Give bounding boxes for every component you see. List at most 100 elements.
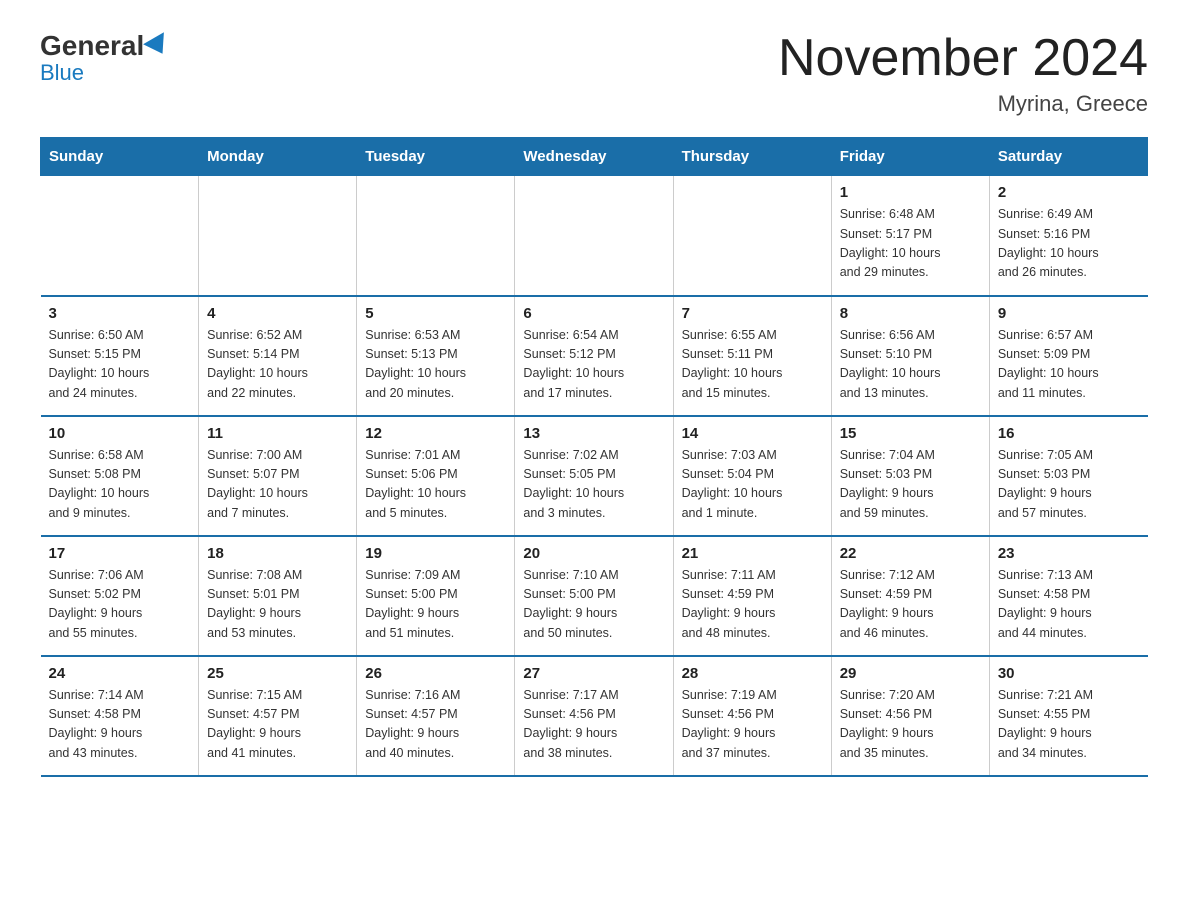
- day-info: Sunrise: 7:14 AM Sunset: 4:58 PM Dayligh…: [49, 686, 191, 764]
- day-info: Sunrise: 7:06 AM Sunset: 5:02 PM Dayligh…: [49, 566, 191, 644]
- day-number: 22: [840, 545, 981, 562]
- day-number: 9: [998, 305, 1140, 322]
- calendar-cell: 21 Sunrise: 7:11 AM Sunset: 4:59 PM Dayli…: [673, 536, 831, 656]
- day-info: Sunrise: 7:21 AM Sunset: 4:55 PM Dayligh…: [998, 686, 1140, 764]
- calendar-cell: 19 Sunrise: 7:09 AM Sunset: 5:00 PM Dayli…: [357, 536, 515, 656]
- day-info: Sunrise: 6:56 AM Sunset: 5:10 PM Dayligh…: [840, 326, 981, 404]
- day-number: 28: [682, 665, 823, 682]
- day-info: Sunrise: 7:03 AM Sunset: 5:04 PM Dayligh…: [682, 446, 823, 524]
- day-info: Sunrise: 6:52 AM Sunset: 5:14 PM Dayligh…: [207, 326, 348, 404]
- day-info: Sunrise: 7:12 AM Sunset: 4:59 PM Dayligh…: [840, 566, 981, 644]
- logo-area: General Blue: [40, 30, 172, 86]
- day-number: 14: [682, 425, 823, 442]
- calendar-cell: 3 Sunrise: 6:50 AM Sunset: 5:15 PM Daylig…: [41, 296, 199, 416]
- day-info: Sunrise: 7:16 AM Sunset: 4:57 PM Dayligh…: [365, 686, 506, 764]
- calendar-cell: 9 Sunrise: 6:57 AM Sunset: 5:09 PM Daylig…: [989, 296, 1147, 416]
- calendar-cell: 12Sunrise: 7:01 AM Sunset: 5:06 PM Dayli…: [357, 416, 515, 536]
- day-info: Sunrise: 7:09 AM Sunset: 5:00 PM Dayligh…: [365, 566, 506, 644]
- day-info: Sunrise: 7:19 AM Sunset: 4:56 PM Dayligh…: [682, 686, 823, 764]
- month-title: November 2024: [778, 30, 1148, 87]
- calendar-cell: [41, 176, 199, 296]
- day-number: 4: [207, 305, 348, 322]
- calendar-cell: 30 Sunrise: 7:21 AM Sunset: 4:55 PM Dayli…: [989, 656, 1147, 776]
- calendar-cell: 5 Sunrise: 6:53 AM Sunset: 5:13 PM Daylig…: [357, 296, 515, 416]
- calendar-cell: [199, 176, 357, 296]
- day-info: Sunrise: 7:01 AM Sunset: 5:06 PM Dayligh…: [365, 446, 506, 524]
- day-number: 27: [523, 665, 664, 682]
- calendar-cell: 29 Sunrise: 7:20 AM Sunset: 4:56 PM Dayli…: [831, 656, 989, 776]
- weekday-header: Tuesday: [357, 138, 515, 176]
- weekday-header: Friday: [831, 138, 989, 176]
- day-number: 3: [49, 305, 191, 322]
- calendar-week-row: 10Sunrise: 6:58 AM Sunset: 5:08 PM Dayli…: [41, 416, 1148, 536]
- day-info: Sunrise: 7:10 AM Sunset: 5:00 PM Dayligh…: [523, 566, 664, 644]
- calendar-cell: 18Sunrise: 7:08 AM Sunset: 5:01 PM Dayli…: [199, 536, 357, 656]
- day-info: Sunrise: 7:04 AM Sunset: 5:03 PM Dayligh…: [840, 446, 981, 524]
- day-info: Sunrise: 7:11 AM Sunset: 4:59 PM Dayligh…: [682, 566, 823, 644]
- calendar-cell: 11 Sunrise: 7:00 AM Sunset: 5:07 PM Dayli…: [199, 416, 357, 536]
- day-number: 8: [840, 305, 981, 322]
- weekday-header: Sunday: [41, 138, 199, 176]
- calendar-cell: 24 Sunrise: 7:14 AM Sunset: 4:58 PM Dayli…: [41, 656, 199, 776]
- day-number: 13: [523, 425, 664, 442]
- page-header: General Blue November 2024 Myrina, Greec…: [40, 30, 1148, 117]
- day-info: Sunrise: 7:08 AM Sunset: 5:01 PM Dayligh…: [207, 566, 348, 644]
- calendar-cell: 14 Sunrise: 7:03 AM Sunset: 5:04 PM Dayli…: [673, 416, 831, 536]
- day-number: 11: [207, 425, 348, 442]
- day-info: Sunrise: 6:49 AM Sunset: 5:16 PM Dayligh…: [998, 205, 1140, 283]
- calendar-cell: 26Sunrise: 7:16 AM Sunset: 4:57 PM Dayli…: [357, 656, 515, 776]
- calendar-week-row: 24 Sunrise: 7:14 AM Sunset: 4:58 PM Dayli…: [41, 656, 1148, 776]
- day-info: Sunrise: 6:48 AM Sunset: 5:17 PM Dayligh…: [840, 205, 981, 283]
- day-info: Sunrise: 6:57 AM Sunset: 5:09 PM Dayligh…: [998, 326, 1140, 404]
- day-number: 21: [682, 545, 823, 562]
- calendar-week-row: 17 Sunrise: 7:06 AM Sunset: 5:02 PM Dayli…: [41, 536, 1148, 656]
- day-number: 23: [998, 545, 1140, 562]
- day-info: Sunrise: 7:15 AM Sunset: 4:57 PM Dayligh…: [207, 686, 348, 764]
- day-info: Sunrise: 7:17 AM Sunset: 4:56 PM Dayligh…: [523, 686, 664, 764]
- weekday-header-row: SundayMondayTuesdayWednesdayThursdayFrid…: [41, 138, 1148, 176]
- weekday-header: Wednesday: [515, 138, 673, 176]
- title-area: November 2024 Myrina, Greece: [778, 30, 1148, 117]
- day-info: Sunrise: 6:50 AM Sunset: 5:15 PM Dayligh…: [49, 326, 191, 404]
- day-number: 29: [840, 665, 981, 682]
- logo-blue-text: Blue: [40, 60, 84, 86]
- day-info: Sunrise: 6:53 AM Sunset: 5:13 PM Dayligh…: [365, 326, 506, 404]
- calendar-cell: 6 Sunrise: 6:54 AM Sunset: 5:12 PM Daylig…: [515, 296, 673, 416]
- calendar-week-row: 3 Sunrise: 6:50 AM Sunset: 5:15 PM Daylig…: [41, 296, 1148, 416]
- day-number: 15: [840, 425, 981, 442]
- logo-general-text: General: [40, 30, 144, 62]
- day-info: Sunrise: 6:54 AM Sunset: 5:12 PM Dayligh…: [523, 326, 664, 404]
- calendar-week-row: 1 Sunrise: 6:48 AM Sunset: 5:17 PM Daylig…: [41, 176, 1148, 296]
- day-number: 20: [523, 545, 664, 562]
- day-number: 1: [840, 184, 981, 201]
- day-info: Sunrise: 7:00 AM Sunset: 5:07 PM Dayligh…: [207, 446, 348, 524]
- day-number: 24: [49, 665, 191, 682]
- day-number: 5: [365, 305, 506, 322]
- calendar-cell: [515, 176, 673, 296]
- calendar-cell: 8 Sunrise: 6:56 AM Sunset: 5:10 PM Daylig…: [831, 296, 989, 416]
- day-number: 16: [998, 425, 1140, 442]
- day-number: 6: [523, 305, 664, 322]
- day-number: 19: [365, 545, 506, 562]
- day-number: 17: [49, 545, 191, 562]
- day-info: Sunrise: 7:05 AM Sunset: 5:03 PM Dayligh…: [998, 446, 1140, 524]
- calendar-cell: 13 Sunrise: 7:02 AM Sunset: 5:05 PM Dayli…: [515, 416, 673, 536]
- calendar-cell: 4 Sunrise: 6:52 AM Sunset: 5:14 PM Daylig…: [199, 296, 357, 416]
- calendar-cell: [357, 176, 515, 296]
- calendar-cell: [673, 176, 831, 296]
- calendar-cell: 16 Sunrise: 7:05 AM Sunset: 5:03 PM Dayli…: [989, 416, 1147, 536]
- calendar-cell: 27 Sunrise: 7:17 AM Sunset: 4:56 PM Dayli…: [515, 656, 673, 776]
- day-number: 30: [998, 665, 1140, 682]
- day-number: 25: [207, 665, 348, 682]
- calendar-cell: 20 Sunrise: 7:10 AM Sunset: 5:00 PM Dayli…: [515, 536, 673, 656]
- calendar-cell: 15 Sunrise: 7:04 AM Sunset: 5:03 PM Dayli…: [831, 416, 989, 536]
- logo-arrow-icon: [143, 32, 173, 60]
- weekday-header: Saturday: [989, 138, 1147, 176]
- day-number: 7: [682, 305, 823, 322]
- calendar-cell: 7Sunrise: 6:55 AM Sunset: 5:11 PM Daylig…: [673, 296, 831, 416]
- calendar-cell: 2Sunrise: 6:49 AM Sunset: 5:16 PM Daylig…: [989, 176, 1147, 296]
- calendar-cell: 10Sunrise: 6:58 AM Sunset: 5:08 PM Dayli…: [41, 416, 199, 536]
- day-info: Sunrise: 7:02 AM Sunset: 5:05 PM Dayligh…: [523, 446, 664, 524]
- day-info: Sunrise: 6:58 AM Sunset: 5:08 PM Dayligh…: [49, 446, 191, 524]
- day-info: Sunrise: 7:20 AM Sunset: 4:56 PM Dayligh…: [840, 686, 981, 764]
